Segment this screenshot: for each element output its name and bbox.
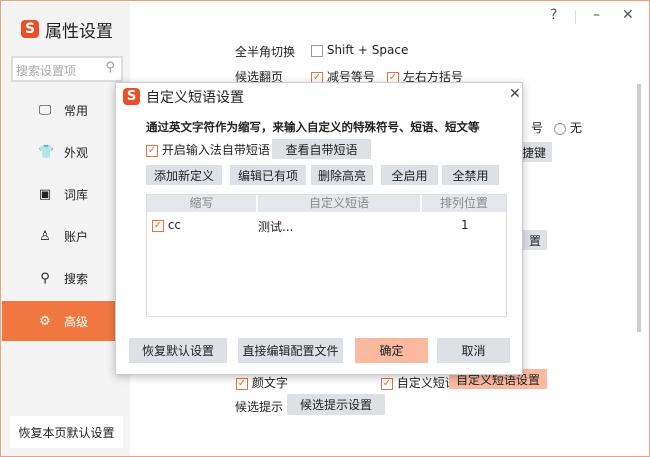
column-header-position[interactable]: 排列位置 xyxy=(422,195,506,212)
custom-phrase-dialog: S 自定义短语设置 ✕ 通过英文字符作为缩写，来输入自定义的特殊符号、短语、短文… xyxy=(115,82,523,375)
dialog-close-button[interactable]: ✕ xyxy=(509,86,521,102)
checkbox[interactable]: ✓ xyxy=(152,219,164,232)
minimize-button[interactable]: – xyxy=(593,7,600,23)
help-button[interactable]: ? xyxy=(550,7,557,23)
option-label: 颜文字 xyxy=(251,376,288,390)
sidebar-item-label: 账户 xyxy=(64,229,89,244)
abbr-text: cc xyxy=(167,218,182,232)
scrollbar[interactable] xyxy=(637,84,641,332)
row-abbr[interactable]: ✓ cc xyxy=(152,218,181,232)
sidebar-item-advanced[interactable]: ⚙ 高级 xyxy=(2,301,130,341)
hint-label: 候选提示 xyxy=(235,400,284,414)
window-title: 属性设置 xyxy=(45,22,113,42)
enable-builtin-option[interactable]: ✓ 开启输入法自带短语 xyxy=(146,141,270,158)
radio-partial-label: 号 xyxy=(531,121,544,135)
sidebar-item-label: 常用 xyxy=(64,103,89,118)
gear-icon: ⚙ xyxy=(39,313,51,329)
edit-button[interactable]: 编辑已有项 xyxy=(230,165,306,185)
fullhalf-option[interactable]: Shift + Space xyxy=(311,43,408,57)
search-icon: ⚲ xyxy=(40,270,50,286)
book-icon: ▣ xyxy=(38,186,52,202)
sogou-logo-icon: S xyxy=(123,88,140,105)
shirt-icon: 👕 xyxy=(38,144,55,160)
enable-all-button[interactable]: 全启用 xyxy=(381,165,438,185)
disable-all-button[interactable]: 全禁用 xyxy=(442,165,499,185)
view-builtin-button[interactable]: 查看自带短语 xyxy=(272,139,371,159)
sidebar-item-search[interactable]: ⚲ 搜索 xyxy=(2,258,130,298)
delete-button[interactable]: 删除高亮 xyxy=(311,165,373,185)
cancel-button[interactable]: 取消 xyxy=(437,338,510,363)
sogou-logo-icon: S xyxy=(21,20,39,38)
sidebar-item-account[interactable]: ♙ 账户 xyxy=(2,216,130,256)
emoticon-option[interactable]: ✓ 颜文字 xyxy=(236,374,288,391)
reset-page-button[interactable]: 恢复本页默认设置 xyxy=(10,416,123,448)
option-label: 无 xyxy=(569,121,582,135)
sidebar: S 属性设置 搜索设置项 ⚲ 🖵 常用 👕 外观 ▣ 词库 ♙ 账户 ⚲ 搜索 ⚙ 高级 恢复… xyxy=(2,2,130,456)
row-phrase: 测试... xyxy=(258,220,294,234)
add-button[interactable]: 添加新定义 xyxy=(146,165,222,185)
sidebar-item-label: 外观 xyxy=(64,145,89,160)
checkbox[interactable] xyxy=(311,44,323,57)
divider xyxy=(575,10,576,24)
dialog-title: 自定义短语设置 xyxy=(146,90,244,106)
sidebar-item-label: 高级 xyxy=(64,314,89,329)
checkbox[interactable]: ✓ xyxy=(381,377,393,390)
radio-none[interactable]: 无 xyxy=(554,119,582,136)
option-label: 自定义短语 xyxy=(396,376,457,390)
checkbox[interactable]: ✓ xyxy=(146,144,158,157)
sidebar-item-general[interactable]: 🖵 常用 xyxy=(2,90,130,130)
user-icon: ♙ xyxy=(39,228,51,244)
ok-button[interactable]: 确定 xyxy=(355,338,428,363)
search-input[interactable]: 搜索设置项 ⚲ xyxy=(11,56,123,82)
dialog-description: 通过英文字符作为缩写，来输入自定义的特殊符号、短语、短文等 xyxy=(146,120,480,134)
search-placeholder: 搜索设置项 xyxy=(16,64,77,78)
restore-default-button[interactable]: 恢复默认设置 xyxy=(129,338,227,363)
radio[interactable] xyxy=(554,122,566,135)
table-row[interactable]: ✓ cc 测试... 1 xyxy=(147,216,506,234)
search-icon: ⚲ xyxy=(105,60,115,75)
sidebar-item-label: 词库 xyxy=(64,187,89,202)
column-header-abbr[interactable]: 缩写 xyxy=(147,195,256,212)
fullhalf-label: 全半角切换 xyxy=(235,45,296,59)
phrase-table: 缩写 自定义短语 排列位置 ✓ cc 测试... 1 xyxy=(146,194,507,317)
sidebar-item-label: 搜索 xyxy=(64,271,89,286)
row-position: 1 xyxy=(461,218,469,232)
option-label: Shift + Space xyxy=(326,43,409,57)
hint-settings-button[interactable]: 候选提示设置 xyxy=(287,394,385,415)
edit-config-button[interactable]: 直接编辑配置文件 xyxy=(238,338,343,363)
close-button[interactable]: ✕ xyxy=(622,7,634,23)
sidebar-item-lexicon[interactable]: ▣ 词库 xyxy=(2,174,130,214)
sidebar-item-appearance[interactable]: 👕 外观 xyxy=(2,132,130,172)
column-header-phrase[interactable]: 自定义短语 xyxy=(258,195,420,212)
monitor-icon: 🖵 xyxy=(38,102,52,118)
custom-phrase-option[interactable]: ✓ 自定义短语 xyxy=(381,374,457,391)
checkbox[interactable]: ✓ xyxy=(236,377,248,390)
option-label: 开启输入法自带短语 xyxy=(161,143,270,157)
